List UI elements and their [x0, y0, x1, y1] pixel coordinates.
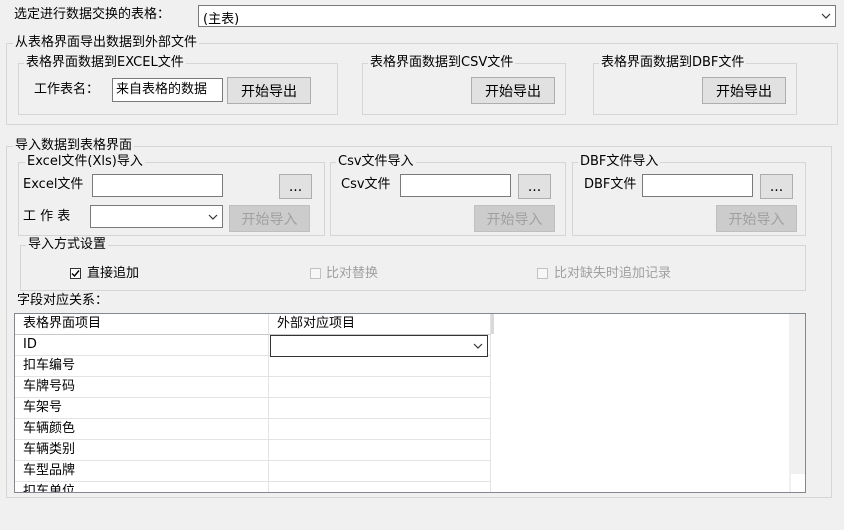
export-csv-title: 表格界面数据到CSV文件	[368, 55, 516, 71]
table-row[interactable]: 车辆颜色	[15, 419, 269, 440]
column-header-external-item[interactable]: 外部对应项目	[269, 314, 491, 335]
field-mapping-label: 字段对应关系：	[17, 293, 109, 308]
chevron-down-icon	[208, 206, 218, 227]
import-excel-title: Excel文件(Xls)导入	[25, 154, 145, 170]
sheet-name-input[interactable]: 来自表格的数据	[112, 78, 223, 102]
dbf-file-input[interactable]	[642, 174, 753, 197]
chevron-down-icon	[821, 6, 831, 26]
table-select-label: 选定进行数据交换的表格：	[14, 7, 171, 22]
excel-sheet-select[interactable]	[90, 205, 223, 228]
table-row[interactable]	[269, 440, 491, 461]
table-row[interactable]	[269, 461, 491, 482]
table-row[interactable]	[269, 398, 491, 419]
compare-replace-label: 比对替换	[326, 266, 379, 281]
table-select[interactable]: (主表)	[198, 5, 836, 27]
excel-browse-button[interactable]: ...	[279, 174, 312, 199]
table-row[interactable]: 车辆类别	[15, 440, 269, 461]
import-section-title: 导入数据到表格界面	[13, 138, 135, 154]
table-row[interactable]: 车架号	[15, 398, 269, 419]
external-item-select[interactable]	[270, 335, 488, 357]
table-row[interactable]: 扣车编号	[15, 356, 269, 377]
import-csv-title: Csv文件导入	[336, 154, 416, 170]
sheet-name-label: 工作表名：	[34, 82, 100, 97]
import-dbf-title: DBF文件导入	[578, 154, 661, 170]
export-csv-button[interactable]: 开始导出	[471, 77, 555, 104]
export-dbf-title: 表格界面数据到DBF文件	[599, 55, 747, 71]
vertical-scrollbar[interactable]	[789, 314, 805, 492]
table-row[interactable]: 扣车单位	[15, 482, 269, 492]
table-row[interactable]: ID	[15, 335, 269, 356]
append-label: 直接追加	[87, 266, 140, 281]
table-select-value: (主表)	[203, 12, 240, 27]
import-excel-button[interactable]: 开始导入	[229, 205, 310, 232]
table-row[interactable]: 车型品牌	[15, 461, 269, 482]
export-dbf-button[interactable]: 开始导出	[702, 77, 786, 104]
dbf-file-label: DBF文件	[584, 177, 637, 192]
import-csv-button[interactable]: 开始导入	[474, 205, 555, 232]
compare-missing-append-label: 比对缺失时追加记录	[554, 266, 672, 281]
csv-file-input[interactable]	[400, 174, 511, 197]
table-row[interactable]	[269, 419, 491, 440]
export-section-title: 从表格界面导出数据到外部文件	[13, 35, 200, 51]
compare-missing-append-checkbox[interactable]	[537, 268, 548, 279]
excel-file-label: Excel文件	[23, 177, 84, 192]
column-header-table-item[interactable]: 表格界面项目	[15, 314, 269, 335]
append-checkbox[interactable]	[70, 268, 81, 279]
export-excel-button[interactable]: 开始导出	[227, 77, 311, 104]
csv-file-label: Csv文件	[341, 177, 391, 192]
csv-browse-button[interactable]: ...	[518, 174, 551, 199]
import-mode-title: 导入方式设置	[26, 237, 109, 253]
dbf-browse-button[interactable]: ...	[760, 174, 793, 199]
excel-file-input[interactable]	[92, 174, 223, 197]
export-excel-title: 表格界面数据到EXCEL文件	[24, 55, 186, 71]
table-row[interactable]: 车牌号码	[15, 377, 269, 398]
chevron-down-icon	[473, 336, 483, 356]
column-resize-handle[interactable]	[491, 314, 494, 334]
table-row[interactable]	[269, 377, 491, 398]
check-icon	[71, 270, 80, 278]
scrollbar-corner	[791, 474, 805, 492]
compare-replace-checkbox[interactable]	[310, 268, 321, 279]
field-mapping-grid[interactable]: 表格界面项目 外部对应项目 ID 扣车编号 车牌号码 车架号 车辆颜色 车辆类别…	[14, 313, 806, 493]
import-dbf-button[interactable]: 开始导入	[716, 205, 797, 232]
excel-sheet-label: 工 作 表	[23, 209, 71, 224]
table-row[interactable]	[269, 482, 491, 492]
table-row[interactable]	[269, 356, 491, 377]
